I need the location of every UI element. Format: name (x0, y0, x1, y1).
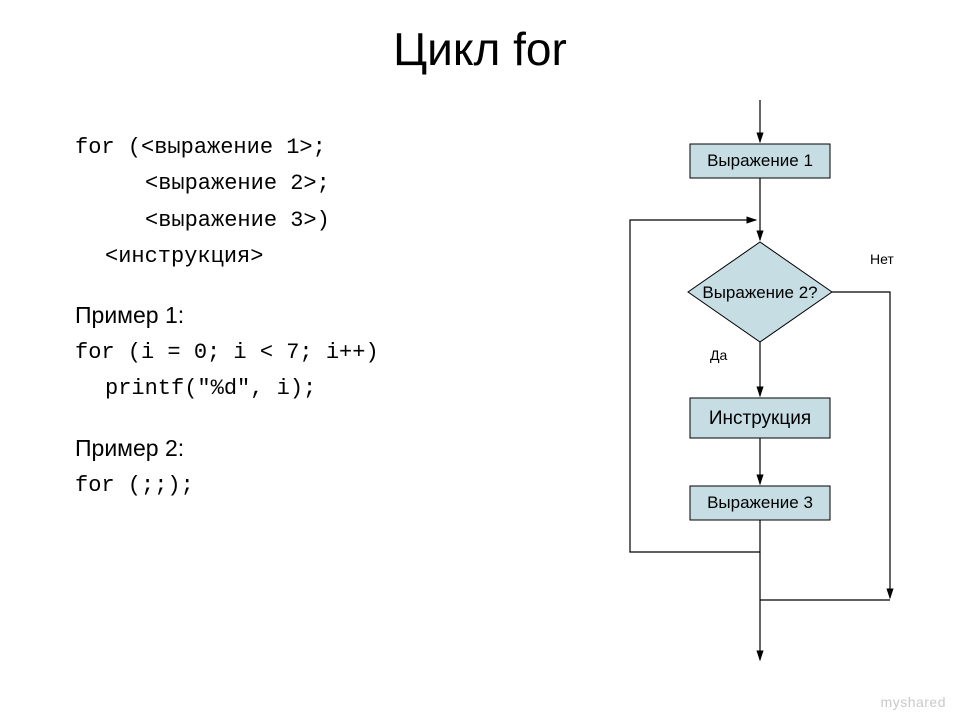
watermark: myshared (881, 694, 946, 710)
example1-code-1: for (i = 0; i < 7; i++) (75, 335, 555, 371)
example1-heading: Пример 1: (75, 297, 555, 335)
syntax-line-4: <инструкция> (75, 239, 555, 275)
slide-title: Цикл for (0, 22, 960, 76)
flowchart-decision-label: Выражение 2? (702, 283, 817, 302)
example2-code-1: for (;;); (75, 468, 555, 504)
example1-code-2: printf("%d", i); (75, 371, 555, 407)
flowchart: Выражение 1 Выражение 2? Да Нет Инструкц… (580, 100, 940, 670)
syntax-line-2: <выражение 2>; (75, 166, 555, 202)
syntax-line-1: for (<выражение 1>; (75, 130, 555, 166)
body-text: for (<выражение 1>; <выражение 2>; <выра… (75, 130, 555, 504)
slide: Цикл for for (<выражение 1>; <выражение … (0, 0, 960, 720)
flowchart-box-instr-label: Инструкция (709, 408, 811, 429)
flowchart-yes-label: Да (710, 347, 727, 363)
flowchart-box-expr1-label: Выражение 1 (707, 151, 813, 170)
spacer (75, 408, 555, 430)
flowchart-no-label: Нет (870, 251, 894, 267)
spacer (75, 275, 555, 297)
syntax-line-3: <выражение 3>) (75, 203, 555, 239)
example2-heading: Пример 2: (75, 430, 555, 468)
flowchart-box-expr3-label: Выражение 3 (707, 493, 813, 512)
